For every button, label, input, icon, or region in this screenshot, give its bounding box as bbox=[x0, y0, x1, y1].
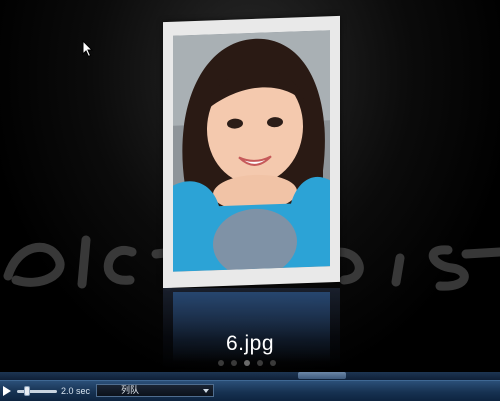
photo-reflection bbox=[163, 288, 340, 370]
slide-dot-active[interactable] bbox=[244, 360, 250, 366]
chevron-down-icon bbox=[203, 389, 209, 393]
interval-label: 2.0 sec bbox=[61, 386, 91, 396]
mouse-pointer-icon bbox=[82, 40, 94, 58]
file-name-caption: 6.jpg bbox=[225, 332, 275, 355]
control-bar: 2.0 sec 列队 bbox=[0, 380, 500, 401]
photo-image bbox=[173, 30, 330, 272]
slide-indicator bbox=[218, 360, 276, 366]
play-icon[interactable] bbox=[2, 385, 12, 397]
seek-thumb[interactable] bbox=[298, 372, 346, 379]
interval-slider[interactable] bbox=[17, 390, 57, 393]
seek-bar[interactable] bbox=[0, 372, 500, 380]
playlist-dropdown[interactable]: 列队 bbox=[96, 384, 214, 397]
playlist-label: 列队 bbox=[121, 385, 140, 395]
slide-dot[interactable] bbox=[231, 360, 237, 366]
slide-dot[interactable] bbox=[218, 360, 224, 366]
photo-card[interactable] bbox=[163, 15, 340, 289]
slide-dot[interactable] bbox=[270, 360, 276, 366]
interval-slider-knob[interactable] bbox=[24, 386, 30, 396]
slide-dot[interactable] bbox=[257, 360, 263, 366]
slideshow-stage: 6.jpg bbox=[0, 0, 500, 372]
